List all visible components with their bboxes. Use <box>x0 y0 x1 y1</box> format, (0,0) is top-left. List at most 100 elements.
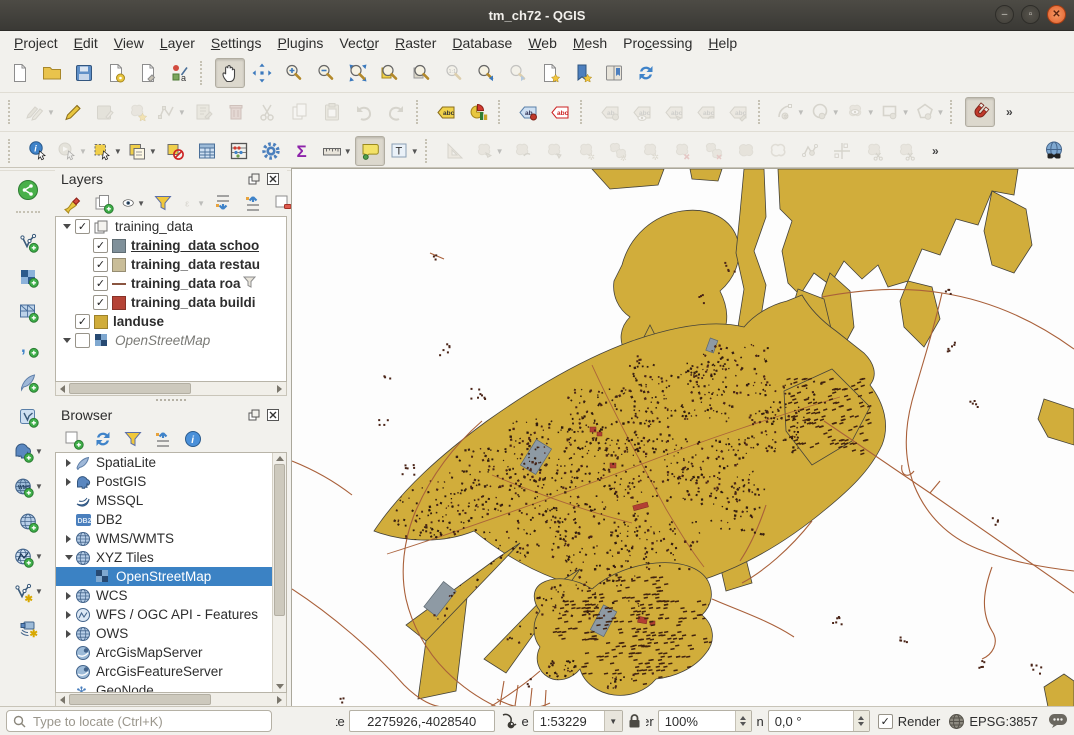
add-virtual-layer-button[interactable] <box>5 399 51 434</box>
locate-search[interactable] <box>6 710 272 732</box>
menu-help[interactable]: Help <box>700 33 745 53</box>
text-annotation-button[interactable]: T▼ <box>387 136 420 166</box>
minimize-button[interactable]: – <box>995 5 1014 24</box>
browser-item-mssql[interactable]: MSSQL <box>56 491 286 510</box>
highlight-pinned-labels-button[interactable]: abc <box>545 97 575 127</box>
collapse-all-browser-button[interactable] <box>150 426 176 452</box>
filter-browser-button[interactable] <box>120 426 146 452</box>
zoom-in-button[interactable] <box>279 58 309 88</box>
add-wcs-layer-button[interactable] <box>5 504 51 539</box>
menu-settings[interactable]: Settings <box>203 33 270 53</box>
rotation-spin-buttons[interactable] <box>853 711 869 731</box>
open-project-button[interactable] <box>37 58 67 88</box>
add-wms-layer-button[interactable]: WMS▼ <box>5 469 51 504</box>
enable-snapping-button[interactable] <box>965 97 995 127</box>
show-layout-manager-button[interactable] <box>133 58 163 88</box>
float-panel-icon[interactable] <box>246 172 262 186</box>
add-vector-layer-button[interactable] <box>5 224 51 259</box>
open-layer-styling-button[interactable] <box>60 190 86 216</box>
add-selected-layers-button[interactable] <box>60 426 86 452</box>
new-spatial-bookmark-button[interactable] <box>567 58 597 88</box>
crs-value[interactable]: EPSG:3857 <box>969 714 1038 729</box>
deselect-features-button[interactable] <box>160 136 190 166</box>
pan-map-button[interactable] <box>215 58 245 88</box>
expand-all-button[interactable] <box>210 190 236 216</box>
save-project-button[interactable] <box>69 58 99 88</box>
browser-item-wfs-ogc-api-features[interactable]: WFS / OGC API - Features <box>56 605 286 624</box>
magnifier-spin-buttons[interactable] <box>735 711 751 731</box>
measure-line-button[interactable]: ▼ <box>320 136 353 166</box>
browser-vscrollbar[interactable] <box>272 453 286 692</box>
add-wfs-layer-button[interactable]: ▼ <box>5 539 51 574</box>
crs-globe-icon[interactable] <box>948 713 965 730</box>
pan-to-selection-button[interactable] <box>247 58 277 88</box>
layer-visibility-checkbox[interactable]: ✓ <box>93 276 108 291</box>
close-panel-icon[interactable] <box>265 408 281 422</box>
open-field-calculator-button[interactable] <box>224 136 254 166</box>
zoom-last-button[interactable] <box>471 58 501 88</box>
scale-dropdown-button[interactable]: ▼ <box>604 711 622 731</box>
menu-layer[interactable]: Layer <box>152 33 203 53</box>
layer-item-training-data-roa[interactable]: ✓training_data roa <box>56 274 286 293</box>
menu-mesh[interactable]: Mesh <box>565 33 615 53</box>
close-panel-icon[interactable] <box>265 172 281 186</box>
browser-item-ows[interactable]: OWS <box>56 624 286 643</box>
add-mesh-layer-button[interactable] <box>5 294 51 329</box>
browser-item-openstreetmap[interactable]: OpenStreetMap <box>56 567 286 586</box>
zoom-full-button[interactable] <box>343 58 373 88</box>
new-gpx-layer-button[interactable]: ✱ <box>5 609 51 644</box>
browser-item-xyz-tiles[interactable]: XYZ Tiles <box>56 548 286 567</box>
scale-combo[interactable]: 1:53229 ▼ <box>533 710 623 732</box>
new-shapefile-layer-button[interactable]: ✱▼ <box>5 574 51 609</box>
open-attribute-table-button[interactable] <box>192 136 222 166</box>
add-group-button[interactable] <box>90 190 116 216</box>
zoom-to-selection-button[interactable] <box>375 58 405 88</box>
layers-tree[interactable]: ✓training_data✓training_data schoo✓train… <box>55 216 287 382</box>
metasearch-button[interactable] <box>1039 136 1069 166</box>
pin-unpin-labels-button[interactable]: ab <box>513 97 543 127</box>
layer-visibility-checkbox[interactable] <box>75 333 90 348</box>
browser-item-wms-wmts[interactable]: WMS/WMTS <box>56 529 286 548</box>
panel-splitter[interactable] <box>55 396 287 404</box>
statistical-summary-button[interactable]: Σ <box>288 136 318 166</box>
data-source-manager-button[interactable] <box>5 172 51 207</box>
menu-database[interactable]: Database <box>444 33 520 53</box>
float-panel-icon[interactable] <box>246 408 262 422</box>
browser-item-geonode[interactable]: ✻GeoNode <box>56 681 286 693</box>
maximize-button[interactable]: ▫ <box>1021 5 1040 24</box>
properties-info-button[interactable]: i <box>180 426 206 452</box>
browser-item-spatialite[interactable]: SpatiaLite <box>56 453 286 472</box>
browser-item-wcs[interactable]: WCS <box>56 586 286 605</box>
menu-project[interactable]: Project <box>6 33 66 53</box>
browser-item-arcgismapserver[interactable]: ArcGisMapServer <box>56 643 286 662</box>
select-features-button[interactable]: ▼ <box>90 136 123 166</box>
layer-item-training-data[interactable]: ✓training_data <box>56 217 286 236</box>
layer-item-landuse[interactable]: ✓landuse <box>56 312 286 331</box>
add-postgis-layer-button[interactable]: ▼ <box>5 434 51 469</box>
toolbar-overflow-2-button[interactable]: » <box>923 136 953 166</box>
menu-view[interactable]: View <box>106 33 152 53</box>
render-checkbox[interactable]: ✓ Render <box>878 714 941 729</box>
menu-processing[interactable]: Processing <box>615 33 700 53</box>
menu-edit[interactable]: Edit <box>66 33 106 53</box>
options-button[interactable] <box>256 136 286 166</box>
map-canvas[interactable] <box>291 168 1074 707</box>
collapse-all-button[interactable] <box>240 190 266 216</box>
add-spatialite-layer-button[interactable] <box>5 364 51 399</box>
layers-hscrollbar[interactable] <box>55 382 287 396</box>
zoom-out-button[interactable] <box>311 58 341 88</box>
layer-item-openstreetmap[interactable]: OpenStreetMap <box>56 331 286 350</box>
browser-hscrollbar[interactable] <box>55 693 287 707</box>
browser-item-db2[interactable]: DB2DB2 <box>56 510 286 529</box>
style-manager-button[interactable]: a <box>165 58 195 88</box>
layer-visibility-checkbox[interactable]: ✓ <box>75 314 90 329</box>
menu-web[interactable]: Web <box>520 33 565 53</box>
messages-icon[interactable] <box>1048 713 1068 729</box>
layer-visibility-checkbox[interactable]: ✓ <box>93 257 108 272</box>
show-spatial-bookmarks-button[interactable] <box>599 58 629 88</box>
select-features-by-value-button[interactable]: ▼ <box>125 136 158 166</box>
new-project-button[interactable] <box>5 58 35 88</box>
browser-tree[interactable]: SpatiaLitePostGISMSSQLDB2DB2WMS/WMTSXYZ … <box>55 452 287 693</box>
filter-legend-button[interactable] <box>150 190 176 216</box>
layer-visibility-checkbox[interactable]: ✓ <box>93 238 108 253</box>
